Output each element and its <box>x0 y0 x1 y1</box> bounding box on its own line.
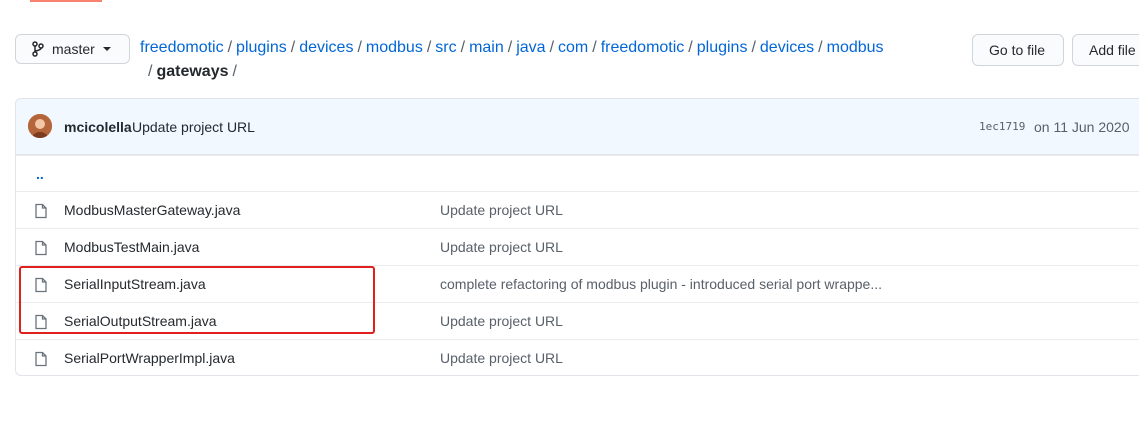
breadcrumb-current: gateways <box>156 63 229 80</box>
breadcrumb-link-src[interactable]: src <box>435 39 456 56</box>
file-name-link[interactable]: ModbusMasterGateway.java <box>64 202 240 218</box>
table-row: SerialOutputStream.java Update project U… <box>16 302 1139 339</box>
breadcrumb-link-freedomotic[interactable]: freedomotic <box>140 39 224 56</box>
file-icon <box>35 203 47 219</box>
breadcrumb-link-modbus[interactable]: modbus <box>366 39 423 56</box>
breadcrumb-link-main[interactable]: main <box>469 39 504 56</box>
file-commit-message-link[interactable]: Update project URL <box>440 202 563 218</box>
breadcrumb: freedomotic / plugins / devices / modbus / src / m… <box>140 39 884 80</box>
breadcrumb-link-modbus-2[interactable]: modbus <box>827 39 884 56</box>
table-row: SerialPortWrapperImpl.java Update projec… <box>16 339 1139 375</box>
commit-message-link[interactable]: Update project URL <box>132 119 255 135</box>
parent-directory-link[interactable]: .. <box>36 166 44 182</box>
latest-commit-bar: mcicolella Update project URL 1ec1719 on… <box>16 99 1139 155</box>
git-branch-icon <box>32 41 44 57</box>
tab-underline <box>30 0 102 2</box>
breadcrumb-link-devices-2[interactable]: devices <box>760 39 814 56</box>
file-list: mcicolella Update project URL 1ec1719 on… <box>15 98 1139 376</box>
add-file-button[interactable]: Add file <box>1072 34 1139 66</box>
file-commit-message-link[interactable]: Update project URL <box>440 313 563 329</box>
table-row: ModbusTestMain.java Update project URL <box>16 228 1139 265</box>
branch-name: master <box>52 41 95 57</box>
file-commit-message-link[interactable]: Update project URL <box>440 350 563 366</box>
breadcrumb-link-plugins-2[interactable]: plugins <box>697 39 748 56</box>
file-icon <box>35 240 47 256</box>
breadcrumb-link-java[interactable]: java <box>516 39 545 56</box>
breadcrumb-link-devices[interactable]: devices <box>299 39 353 56</box>
breadcrumb-link-freedomotic-2[interactable]: freedomotic <box>601 39 685 56</box>
breadcrumb-link-com[interactable]: com <box>558 39 588 56</box>
file-commit-message-link[interactable]: Update project URL <box>440 239 563 255</box>
file-name-link[interactable]: SerialOutputStream.java <box>64 313 217 329</box>
commit-sha-link[interactable]: 1ec1719 <box>979 120 1025 133</box>
avatar[interactable] <box>28 114 52 138</box>
parent-directory-row[interactable]: .. <box>16 155 1139 191</box>
file-name-link[interactable]: SerialInputStream.java <box>64 276 206 292</box>
file-icon <box>35 277 47 293</box>
chevron-down-icon <box>102 47 111 51</box>
file-icon <box>35 351 47 367</box>
go-to-file-button[interactable]: Go to file <box>972 34 1064 66</box>
file-icon <box>35 314 47 330</box>
file-name-link[interactable]: ModbusTestMain.java <box>64 239 199 255</box>
branch-select-button[interactable]: master <box>15 34 130 64</box>
table-row: ModbusMasterGateway.java Update project … <box>16 191 1139 228</box>
commit-date: on 11 Jun 2020 <box>1034 118 1130 135</box>
table-row: SerialInputStream.java complete refactor… <box>16 265 1139 302</box>
file-name-link[interactable]: SerialPortWrapperImpl.java <box>64 350 235 366</box>
commit-author-link[interactable]: mcicolella <box>64 119 132 135</box>
file-commit-message-link[interactable]: complete refactoring of modbus plugin - … <box>440 276 882 292</box>
breadcrumb-link-plugins[interactable]: plugins <box>236 39 287 56</box>
